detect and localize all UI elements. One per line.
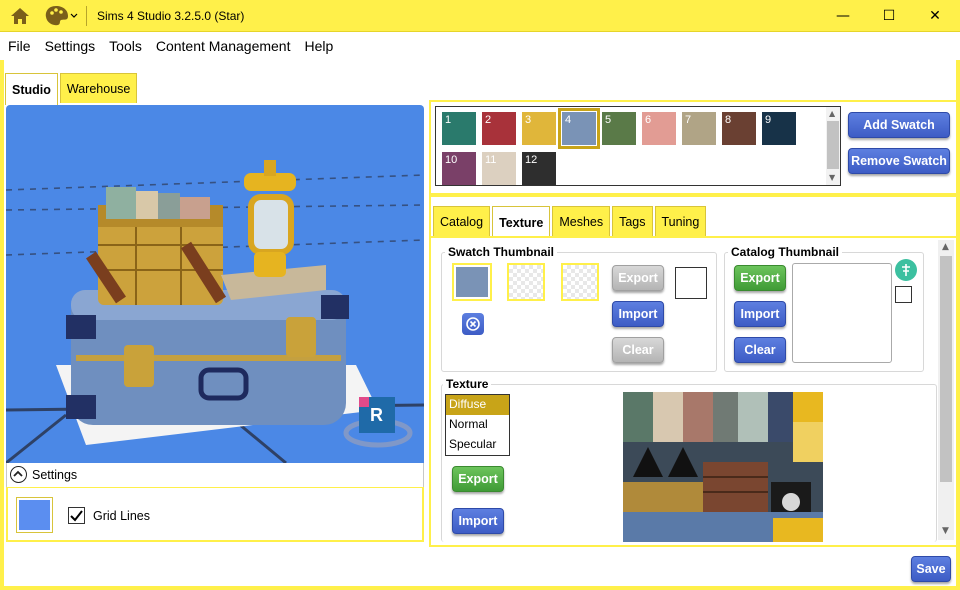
catalog-import-button[interactable]: Import xyxy=(734,301,786,327)
swatch-9[interactable]: 9 xyxy=(762,112,796,145)
swatch-3[interactable]: 3 xyxy=(522,112,556,145)
tab-studio[interactable]: Studio xyxy=(5,73,58,105)
catalog-thumb-preview[interactable] xyxy=(792,263,892,363)
texture-option-normal[interactable]: Normal xyxy=(446,415,509,435)
settings-header-label: Settings xyxy=(32,468,78,482)
axis-cube-label: R xyxy=(370,405,383,425)
menu-help[interactable]: Help xyxy=(304,38,333,54)
catalog-clear-button[interactable]: Clear xyxy=(734,337,786,363)
swatch-4[interactable]: 4 xyxy=(558,108,600,149)
swatch-6[interactable]: 6 xyxy=(642,112,676,145)
menu-bar: File Settings Tools Content Management H… xyxy=(0,32,960,60)
swatch-clear-button[interactable]: Clear xyxy=(612,337,664,363)
theme-palette-icon[interactable] xyxy=(44,4,80,28)
left-tab-strip: Studio Warehouse xyxy=(5,73,138,105)
catalog-export-button[interactable]: Export xyxy=(734,265,786,291)
swatch-12[interactable]: 12 xyxy=(522,152,556,185)
swatch-10[interactable]: 10 xyxy=(442,152,476,185)
tab-meshes[interactable]: Meshes xyxy=(552,206,611,236)
menu-content-management[interactable]: Content Management xyxy=(156,38,291,54)
grid-lines-label: Grid Lines xyxy=(93,509,150,523)
background-color-swatch[interactable] xyxy=(16,497,53,533)
swatch-8[interactable]: 8 xyxy=(722,112,756,145)
menu-tools[interactable]: Tools xyxy=(109,38,142,54)
3d-viewport[interactable]: R xyxy=(6,105,424,463)
remove-swatch-button[interactable]: Remove Swatch xyxy=(848,148,950,174)
save-button[interactable]: Save xyxy=(911,556,951,582)
swatch-strip-divider xyxy=(431,193,958,197)
tab-catalog[interactable]: Catalog xyxy=(433,206,491,236)
title-divider xyxy=(86,6,87,26)
texture-option-diffuse[interactable]: Diffuse xyxy=(446,395,509,415)
remove-thumb-icon[interactable] xyxy=(462,313,484,335)
texture-atlas xyxy=(623,392,823,542)
add-swatch-button[interactable]: Add Swatch xyxy=(848,112,950,138)
texture-type-list: Diffuse Normal Specular xyxy=(445,394,510,456)
maximize-button[interactable]: ☐ xyxy=(866,0,912,32)
swatch-2[interactable]: 2 xyxy=(482,112,516,145)
tab-texture[interactable]: Texture xyxy=(492,206,551,238)
texture-export-button[interactable]: Export xyxy=(452,466,504,492)
tab-warehouse[interactable]: Warehouse xyxy=(59,73,138,103)
texture-import-button[interactable]: Import xyxy=(452,508,504,534)
menu-file[interactable]: File xyxy=(8,38,31,54)
catalog-thumbnail-title: Catalog Thumbnail xyxy=(728,245,842,259)
swatch-thumb-slot-2[interactable] xyxy=(507,263,545,301)
swatch-thumb-slot-3[interactable] xyxy=(561,263,599,301)
right-tab-strip: Catalog Texture Meshes Tags Tuning xyxy=(433,206,707,238)
swatch-import-button[interactable]: Import xyxy=(612,301,664,327)
tab-tuning[interactable]: Tuning xyxy=(654,206,707,236)
swatch-thumb-preview[interactable] xyxy=(452,263,492,301)
menu-settings[interactable]: Settings xyxy=(45,38,96,54)
swatch-color-box[interactable] xyxy=(675,267,707,299)
swatch-scrollbar[interactable]: ▲ ▼ xyxy=(826,107,840,185)
collapse-up-icon[interactable] xyxy=(10,466,27,483)
checkmark-icon xyxy=(70,510,83,522)
swatch-11[interactable]: 11 xyxy=(482,152,516,185)
tab-tags[interactable]: Tags xyxy=(612,206,653,236)
texture-title: Texture xyxy=(443,377,492,391)
grid-lines-checkbox[interactable] xyxy=(68,507,85,524)
texture-map-preview[interactable] xyxy=(623,392,823,542)
window-title: Sims 4 Studio 3.2.5.0 (Star) xyxy=(97,9,245,23)
swatch-list: 1 2 3 4 5 6 7 8 9 10 11 12 ▲ ▼ xyxy=(435,106,841,186)
home-icon[interactable] xyxy=(9,5,31,27)
swatch-5[interactable]: 5 xyxy=(602,112,636,145)
settings-panel: Grid Lines xyxy=(6,487,424,542)
title-bar: Sims 4 Studio 3.2.5.0 (Star) — ☐ ✕ xyxy=(0,0,960,32)
close-button[interactable]: ✕ xyxy=(912,0,958,32)
texture-panel-scrollbar[interactable]: ▲ ▼ xyxy=(938,240,954,540)
settings-header[interactable]: Settings xyxy=(6,463,424,487)
swatch-7[interactable]: 7 xyxy=(682,112,716,145)
minimize-button[interactable]: — xyxy=(820,0,866,32)
preview-scene xyxy=(6,160,424,463)
swatch-export-button[interactable]: Export xyxy=(612,265,664,291)
plumbob-icon[interactable] xyxy=(895,259,917,281)
swatch-1[interactable]: 1 xyxy=(442,112,476,145)
texture-option-specular[interactable]: Specular xyxy=(446,435,509,455)
catalog-option-checkbox[interactable] xyxy=(895,286,912,303)
swatch-thumbnail-title: Swatch Thumbnail xyxy=(445,245,558,259)
